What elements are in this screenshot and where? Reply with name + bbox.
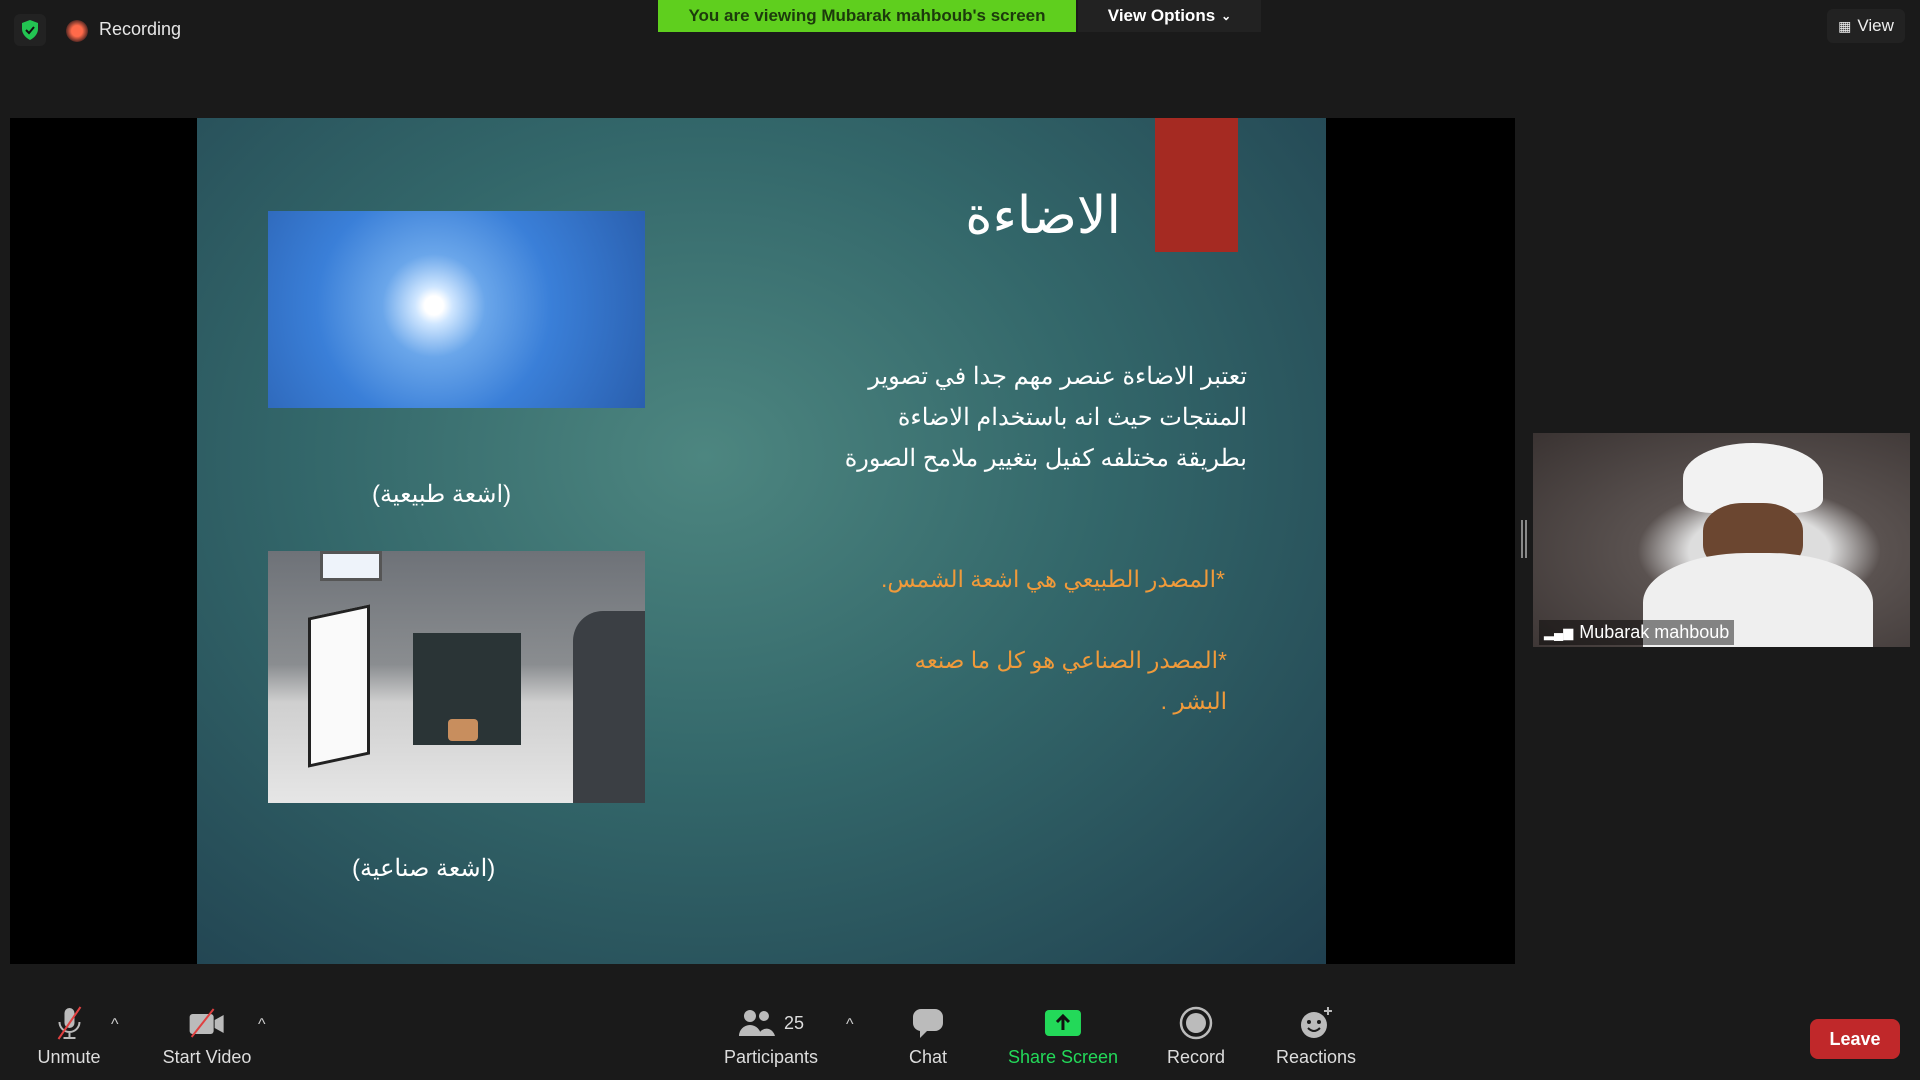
security-shield-icon[interactable] [14, 14, 46, 46]
slide-title: الاضاءة [965, 186, 1121, 246]
studio-lighting-image [268, 551, 645, 803]
slide-red-accent [1155, 118, 1238, 252]
view-options-label: View Options [1107, 6, 1216, 25]
view-button[interactable]: ▦ View [1827, 9, 1905, 43]
grid-icon: ▦ [1838, 17, 1852, 34]
participant-video-tile[interactable]: ▂▄▆ Mubarak mahboub [1533, 433, 1910, 647]
start-video-label: Start Video [162, 1047, 252, 1067]
participants-options-caret-icon[interactable]: ^ [846, 1016, 854, 1034]
recording-label: Recording [99, 19, 182, 39]
reactions-button[interactable]: Reactions [1276, 1005, 1356, 1068]
body-line: المنتجات حيث انه باستخدام الاضاءة [897, 404, 1247, 431]
chat-label: Chat [908, 1047, 948, 1067]
point-line: *المصدر الصناعي هو كل ما صنعه [914, 647, 1227, 673]
sun-sky-image [268, 211, 645, 408]
video-options-caret-icon[interactable]: ^ [258, 1016, 266, 1034]
participant-name: Mubarak mahboub [1579, 622, 1730, 642]
unmute-button[interactable]: Unmute [37, 1005, 101, 1068]
caption-artificial: (اشعة صناعية) [352, 855, 496, 882]
participants-count: 25 [783, 1012, 805, 1033]
reactions-label: Reactions [1275, 1047, 1357, 1067]
point-natural: *المصدر الطبيعي هي اشعة الشمس. [880, 566, 1225, 592]
record-label: Record [1166, 1047, 1226, 1067]
caption-natural: (اشعة طبيعية) [372, 481, 512, 508]
view-options-button[interactable]: View Options ⌄ [1078, 0, 1261, 32]
participants-icon [738, 1010, 775, 1036]
view-label: View [1857, 16, 1894, 35]
share-screen-icon [1044, 1005, 1082, 1041]
presentation-slide: الاضاءة تعتبر الاضاءة عنصر مهم جدا في تص… [197, 118, 1326, 964]
record-button[interactable]: Record [1167, 1005, 1225, 1068]
panel-resize-handle[interactable] [1521, 520, 1527, 558]
participant-name-label: ▂▄▆ Mubarak mahboub [1539, 620, 1735, 645]
chat-button[interactable]: Chat [909, 1005, 947, 1068]
muted-mic-icon [54, 1005, 84, 1041]
chat-bubble-icon [912, 1005, 944, 1041]
video-off-icon [188, 1005, 226, 1041]
slide-body: تعتبر الاضاءة عنصر مهم جدا في تصوير المن… [727, 356, 1247, 479]
share-screen-label: Share Screen [1007, 1047, 1119, 1067]
point-artificial: *المصدر الصناعي هو كل ما صنعه البشر . [807, 640, 1227, 722]
participants-button[interactable]: 25 Participants [724, 1005, 818, 1068]
signal-strength-icon: ▂▄▆ [1544, 624, 1574, 640]
unmute-label: Unmute [37, 1047, 101, 1067]
share-screen-button[interactable]: Share Screen [1008, 1005, 1118, 1068]
viewing-banner: You are viewing Mubarak mahboub's screen [658, 0, 1076, 32]
participants-label: Participants [723, 1047, 819, 1067]
reactions-emoji-icon [1298, 1005, 1334, 1041]
recording-dot-icon [66, 20, 88, 42]
audio-options-caret-icon[interactable]: ^ [111, 1016, 119, 1034]
point-line: البشر . [1160, 688, 1227, 714]
start-video-button[interactable]: Start Video [162, 1005, 252, 1068]
body-line: بطريقة مختلفه كفيل بتغيير ملامح الصورة [844, 445, 1247, 472]
body-line: تعتبر الاضاءة عنصر مهم جدا في تصوير [868, 363, 1247, 390]
leave-button[interactable]: Leave [1810, 1019, 1900, 1059]
record-icon [1179, 1005, 1213, 1041]
chevron-down-icon: ⌄ [1221, 9, 1232, 23]
